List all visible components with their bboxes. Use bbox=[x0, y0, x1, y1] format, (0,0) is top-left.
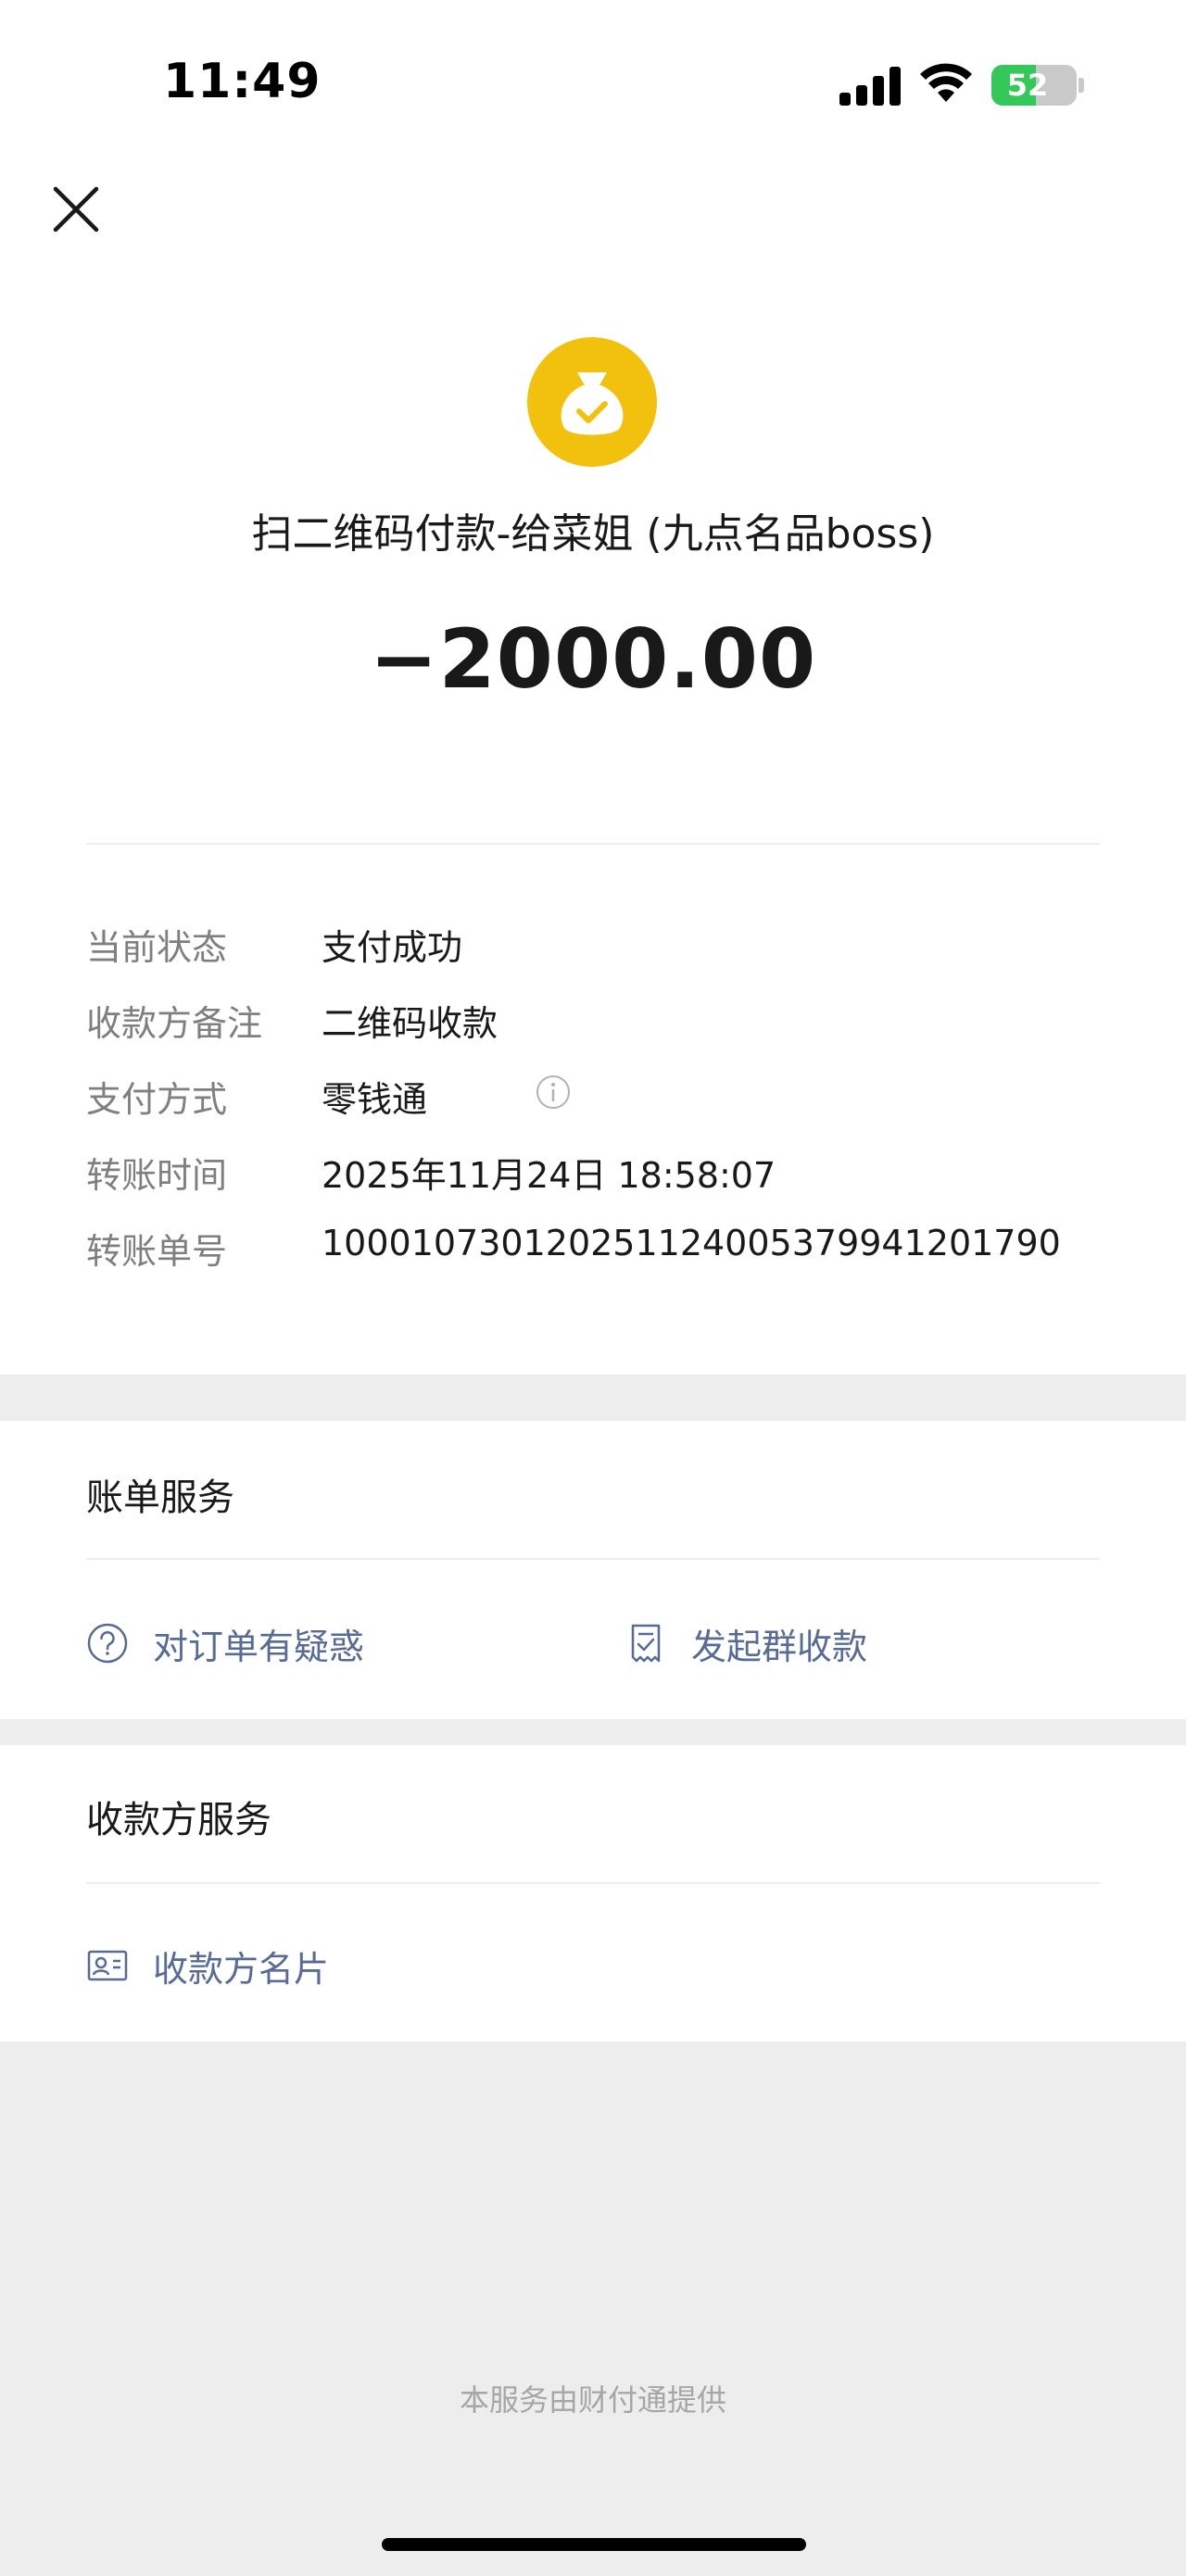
section-title: 账单服务 bbox=[86, 1476, 234, 1519]
info-icon[interactable] bbox=[536, 1074, 571, 1110]
detail-row-status: 当前状态 支付成功 bbox=[86, 919, 1105, 974]
order-question-link[interactable]: 对订单有疑惑 bbox=[86, 1615, 364, 1671]
group-collect-label: 发起群收款 bbox=[691, 1626, 868, 1667]
transaction-amount: −2000.00 bbox=[369, 611, 817, 707]
detail-row-transfer-time: 转账时间 2025年11月24日 18:58:07 bbox=[86, 1147, 1105, 1202]
transaction-detail-page: 11:49 52 扫二维码付款-给菜姐 (九点名品boss) −2000.00 … bbox=[0, 0, 1186, 2576]
close-button[interactable] bbox=[48, 182, 104, 237]
detail-label: 支付方式 bbox=[86, 1079, 228, 1120]
battery-percent: 52 bbox=[1006, 68, 1049, 103]
detail-value: 2025年11月24日 18:58:07 bbox=[322, 1155, 776, 1196]
cellular-signal-icon bbox=[839, 67, 902, 106]
receipt-icon bbox=[631, 1624, 661, 1663]
contact-card-icon bbox=[87, 1950, 128, 1981]
detail-row-payment-method: 支付方式 零钱通 bbox=[86, 1071, 1105, 1126]
payee-service-section: 收款方服务 收款方名片 bbox=[0, 1745, 1186, 2042]
detail-label: 转账单号 bbox=[86, 1231, 228, 1272]
detail-value: 零钱通 bbox=[322, 1079, 428, 1120]
detail-label: 收款方备注 bbox=[86, 1003, 263, 1044]
order-question-label: 对订单有疑惑 bbox=[153, 1626, 365, 1667]
battery-cap bbox=[1079, 78, 1084, 93]
detail-value: 二维码收款 bbox=[322, 1003, 498, 1044]
money-bag-glyph bbox=[561, 372, 624, 435]
transaction-card: 11:49 52 扫二维码付款-给菜姐 (九点名品boss) −2000.00 … bbox=[0, 0, 1186, 1375]
detail-row-transfer-id: 转账单号 100010730120251124005379941201790 bbox=[86, 1223, 1105, 1278]
money-bag-check-icon bbox=[527, 337, 657, 467]
status-time: 11:49 bbox=[163, 54, 322, 109]
transaction-title: 扫二维码付款-给菜姐 (九点名品boss) bbox=[251, 510, 935, 558]
payee-card-link[interactable]: 收款方名片 bbox=[86, 1938, 329, 1993]
detail-label: 转账时间 bbox=[86, 1155, 228, 1196]
divider bbox=[86, 1558, 1100, 1560]
close-icon bbox=[53, 186, 99, 232]
detail-value: 支付成功 bbox=[322, 927, 463, 968]
divider bbox=[86, 843, 1100, 845]
battery-icon: 52 bbox=[991, 65, 1077, 106]
divider bbox=[86, 1882, 1100, 1884]
wifi-icon bbox=[920, 63, 972, 102]
group-collect-link[interactable]: 发起群收款 bbox=[625, 1615, 867, 1671]
detail-row-payee-note: 收款方备注 二维码收款 bbox=[86, 995, 1105, 1050]
footer-provider-text: 本服务由财付通提供 bbox=[459, 2382, 726, 2418]
question-circle-icon bbox=[87, 1623, 128, 1664]
home-indicator[interactable] bbox=[382, 2538, 806, 2551]
payee-card-label: 收款方名片 bbox=[153, 1948, 330, 1990]
detail-label: 当前状态 bbox=[86, 927, 228, 968]
detail-value: 100010730120251124005379941201790 bbox=[322, 1223, 1061, 1263]
status-bar: 11:49 52 bbox=[0, 0, 1186, 167]
bill-service-section: 账单服务 对订单有疑惑 发起群收款 bbox=[0, 1421, 1186, 1719]
section-title: 收款方服务 bbox=[86, 1799, 271, 1841]
